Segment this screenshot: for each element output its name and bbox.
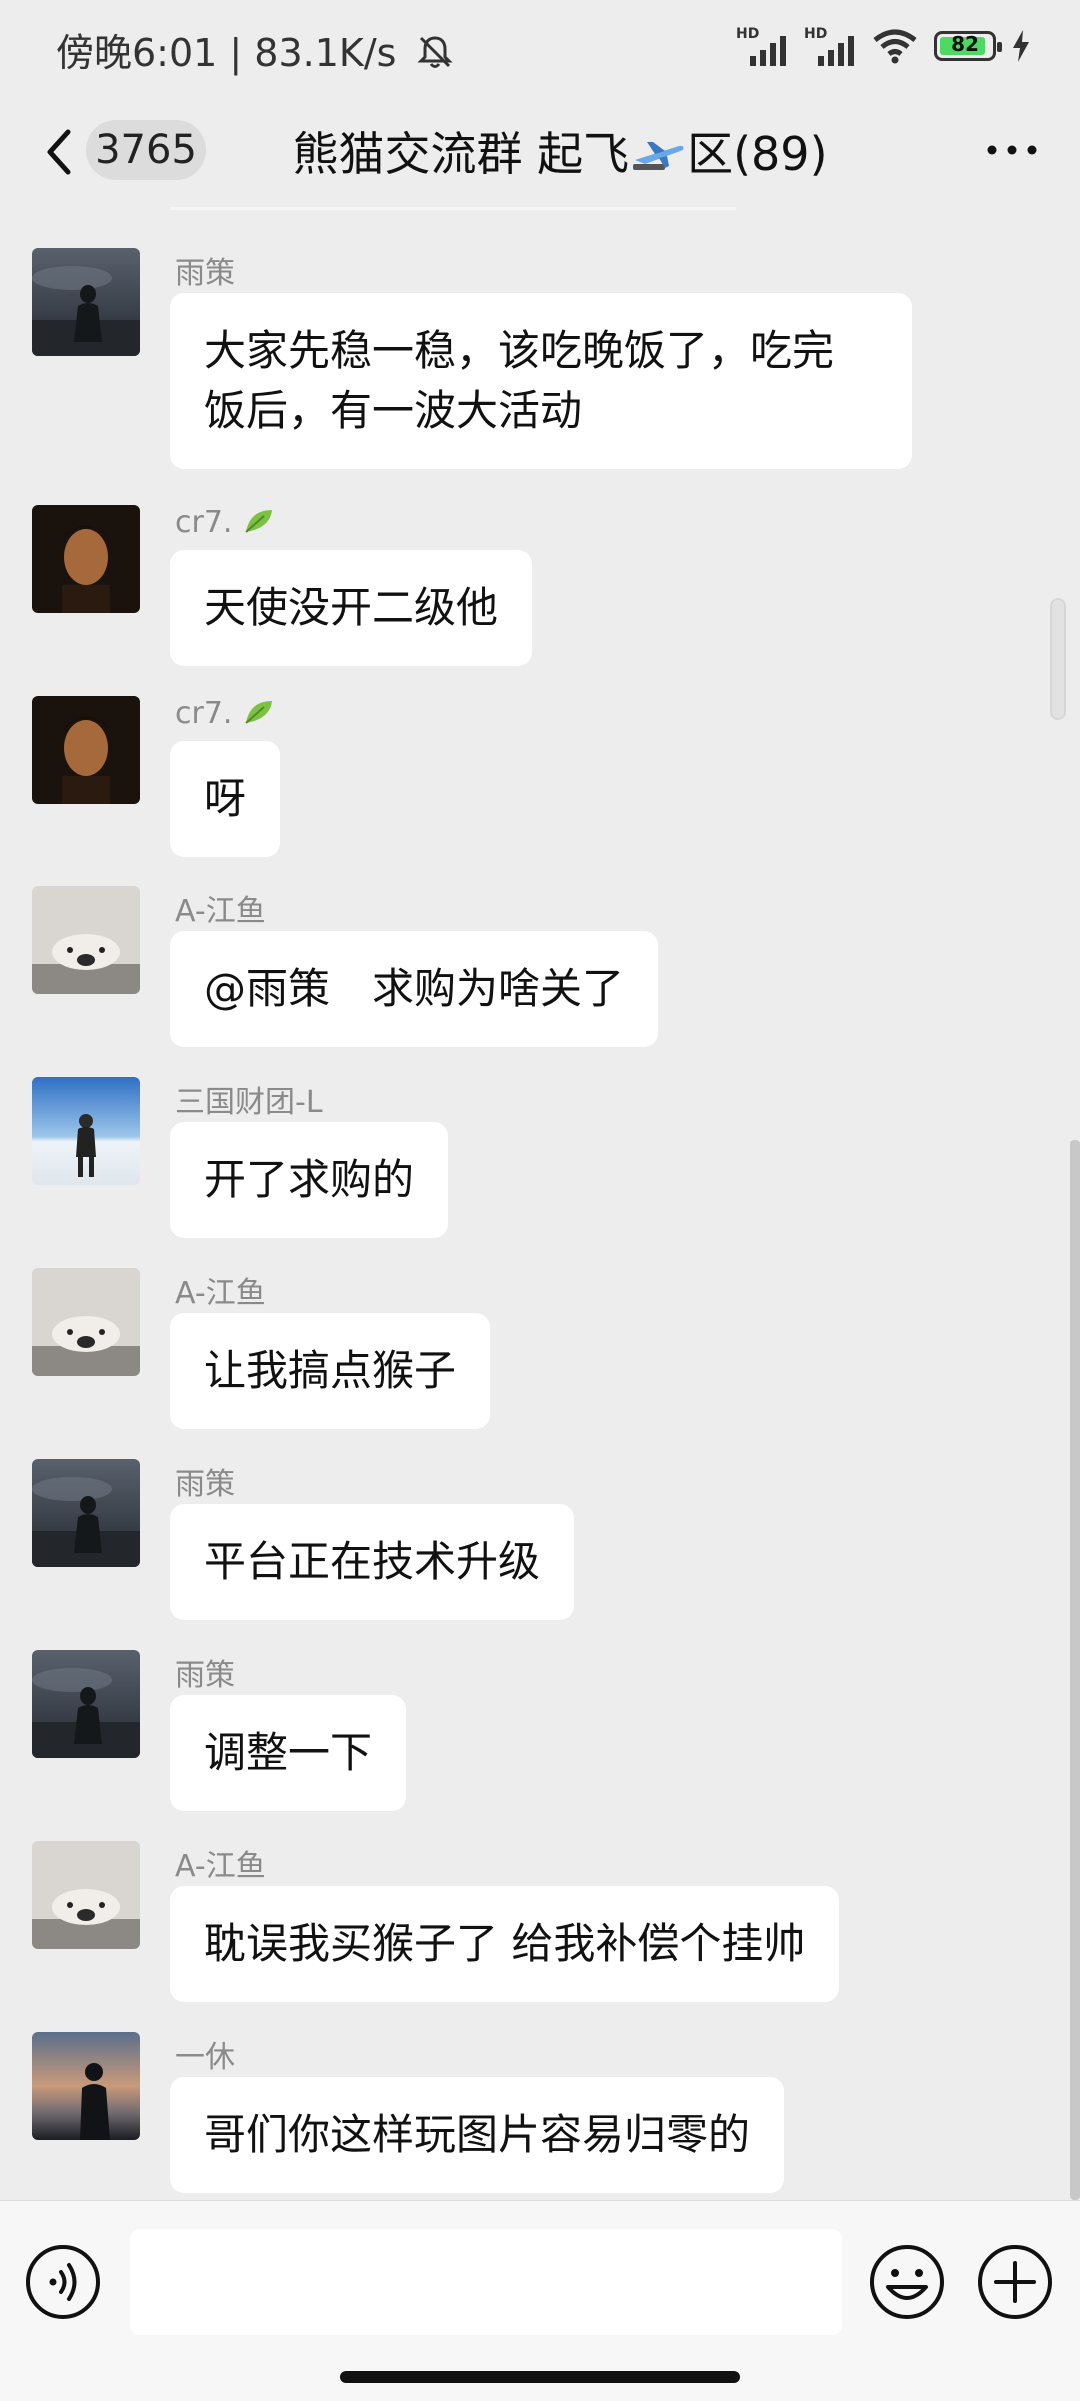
plus-icon[interactable] bbox=[976, 2243, 1054, 2321]
leaf-emoji-icon bbox=[245, 701, 272, 724]
avatar[interactable] bbox=[32, 1650, 140, 1758]
scrollbar[interactable] bbox=[1070, 1140, 1080, 2200]
message-bubble[interactable]: 平台正在技术升级 bbox=[170, 1504, 575, 1620]
sender-name: A-江鱼 bbox=[175, 894, 266, 929]
message-bubble[interactable]: @雨策 求购为啥关了 bbox=[170, 931, 659, 1047]
avatar[interactable] bbox=[32, 1459, 140, 1567]
input-bar bbox=[0, 2200, 1080, 2401]
chat-title-part-2: 区(89) bbox=[687, 127, 828, 181]
chat-title-part-1: 熊猫交流群 起飞 bbox=[292, 127, 630, 181]
message-bubble[interactable]: 哥们你这样玩图片容易归零的 bbox=[170, 2077, 785, 2193]
battery-icon: 82 bbox=[934, 31, 1002, 61]
airplane-emoji-icon bbox=[633, 142, 684, 170]
home-indicator[interactable] bbox=[340, 2371, 740, 2383]
message-bubble[interactable]: 耽误我买猴子了 给我补偿个挂帅 bbox=[170, 1886, 840, 2002]
avatar[interactable] bbox=[32, 505, 140, 613]
avatar[interactable] bbox=[32, 1268, 140, 1376]
avatar[interactable] bbox=[32, 886, 140, 994]
battery-level: 82 bbox=[951, 32, 979, 56]
sender-name: A-江鱼 bbox=[175, 1849, 266, 1884]
signal-icon-2: HD bbox=[804, 26, 856, 66]
scroll-indicator bbox=[1050, 598, 1066, 720]
bell-muted-icon bbox=[416, 36, 453, 68]
voice-input-icon[interactable] bbox=[24, 2243, 102, 2321]
sender-name: A-江鱼 bbox=[175, 1276, 266, 1311]
charging-icon bbox=[1013, 30, 1029, 62]
emoji-icon[interactable] bbox=[868, 2243, 946, 2321]
message-bubble[interactable]: 让我搞点猴子 bbox=[170, 1313, 491, 1429]
sender-name: 三国财团-L bbox=[175, 1085, 323, 1120]
more-options-icon[interactable] bbox=[984, 140, 1040, 160]
sender-name: 雨策 bbox=[175, 1658, 235, 1693]
message-bubble[interactable]: 调整一下 bbox=[170, 1695, 407, 1811]
avatar[interactable] bbox=[32, 1841, 140, 1949]
signal-icon: HD bbox=[736, 26, 788, 66]
avatar[interactable] bbox=[32, 248, 140, 356]
status-bar: 傍晚6:01 | 83.1K/s HD HD 82 bbox=[0, 0, 1080, 100]
message-bubble[interactable]: 呀 bbox=[170, 741, 281, 857]
status-left: 傍晚6:01 | 83.1K/s bbox=[56, 22, 455, 77]
chat-header: 3765 熊猫交流群 起飞 区(89) bbox=[0, 100, 1080, 210]
sender-name: cr7. bbox=[175, 696, 276, 731]
message-bubble[interactable]: 开了求购的 bbox=[170, 1122, 449, 1238]
sender-name: 一休 bbox=[175, 2040, 235, 2075]
previous-message-edge bbox=[170, 207, 736, 210]
chat-title: 熊猫交流群 起飞 区(89) bbox=[0, 118, 1080, 184]
message-text-line: 饭后，有一波大活动 bbox=[204, 386, 583, 435]
message-input[interactable] bbox=[130, 2229, 842, 2335]
leaf-emoji-icon bbox=[245, 510, 272, 533]
avatar[interactable] bbox=[32, 1077, 140, 1185]
message-text-line: 大家先稳一稳，该吃晚饭了，吃完 bbox=[204, 326, 835, 375]
message-bubble[interactable]: 天使没开二级他 bbox=[170, 550, 533, 666]
avatar[interactable] bbox=[32, 696, 140, 804]
avatar[interactable] bbox=[32, 2032, 140, 2140]
wifi-icon bbox=[873, 29, 917, 64]
status-right: HD HD 82 bbox=[736, 26, 1030, 66]
sender-name: cr7. bbox=[175, 505, 276, 540]
status-time-speed: 傍晚6:01 | 83.1K/s bbox=[56, 31, 397, 75]
message-bubble[interactable]: 大家先稳一稳，该吃晚饭了，吃完 饭后，有一波大活动 bbox=[170, 293, 912, 469]
sender-name: 雨策 bbox=[175, 1467, 235, 1502]
sender-name: 雨策 bbox=[175, 256, 235, 291]
